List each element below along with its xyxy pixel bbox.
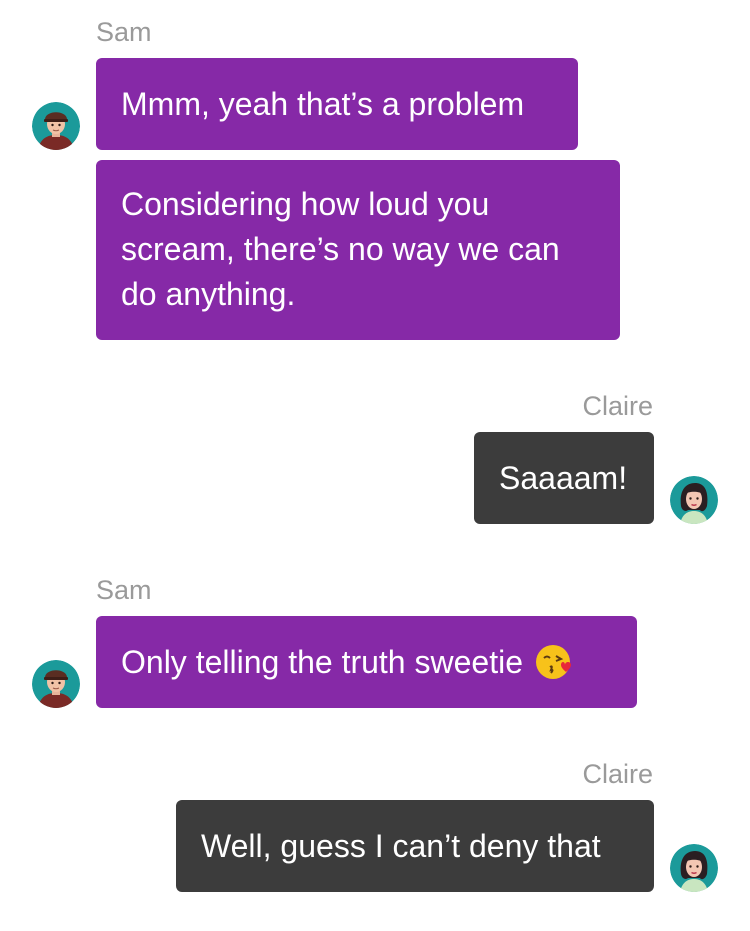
message-bubble[interactable]: Saaaam! [474,432,654,524]
sam-avatar[interactable] [32,660,80,708]
message-text: Saaaam! [499,459,628,496]
male-avatar-icon [32,660,80,708]
female-avatar-icon [670,844,718,892]
sender-name-claire: Claire [582,759,653,789]
claire-avatar[interactable] [670,476,718,524]
message-bubble[interactable]: Only telling the truth sweetie [96,616,637,708]
message-text: Only telling the truth sweetie [121,643,523,680]
message-bubble[interactable]: Considering how loud you scream, there’s… [96,160,620,340]
sender-name-sam: Sam [96,575,152,605]
message-text: Well, guess I can’t deny that [201,827,601,864]
sam-avatar[interactable] [32,102,80,150]
message-text: Mmm, yeah that’s a problem [121,85,525,122]
message-text: Considering how loud you scream, there’s… [121,186,560,312]
message-bubble[interactable]: Well, guess I can’t deny that [176,800,654,892]
sender-name-sam: Sam [96,17,152,47]
claire-avatar[interactable] [670,844,718,892]
female-avatar-icon [670,476,718,524]
message-bubble[interactable]: Mmm, yeah that’s a problem [96,58,578,150]
male-avatar-icon [32,102,80,150]
sender-name-claire: Claire [582,391,653,421]
face-blowing-kiss-emoji [535,643,573,681]
